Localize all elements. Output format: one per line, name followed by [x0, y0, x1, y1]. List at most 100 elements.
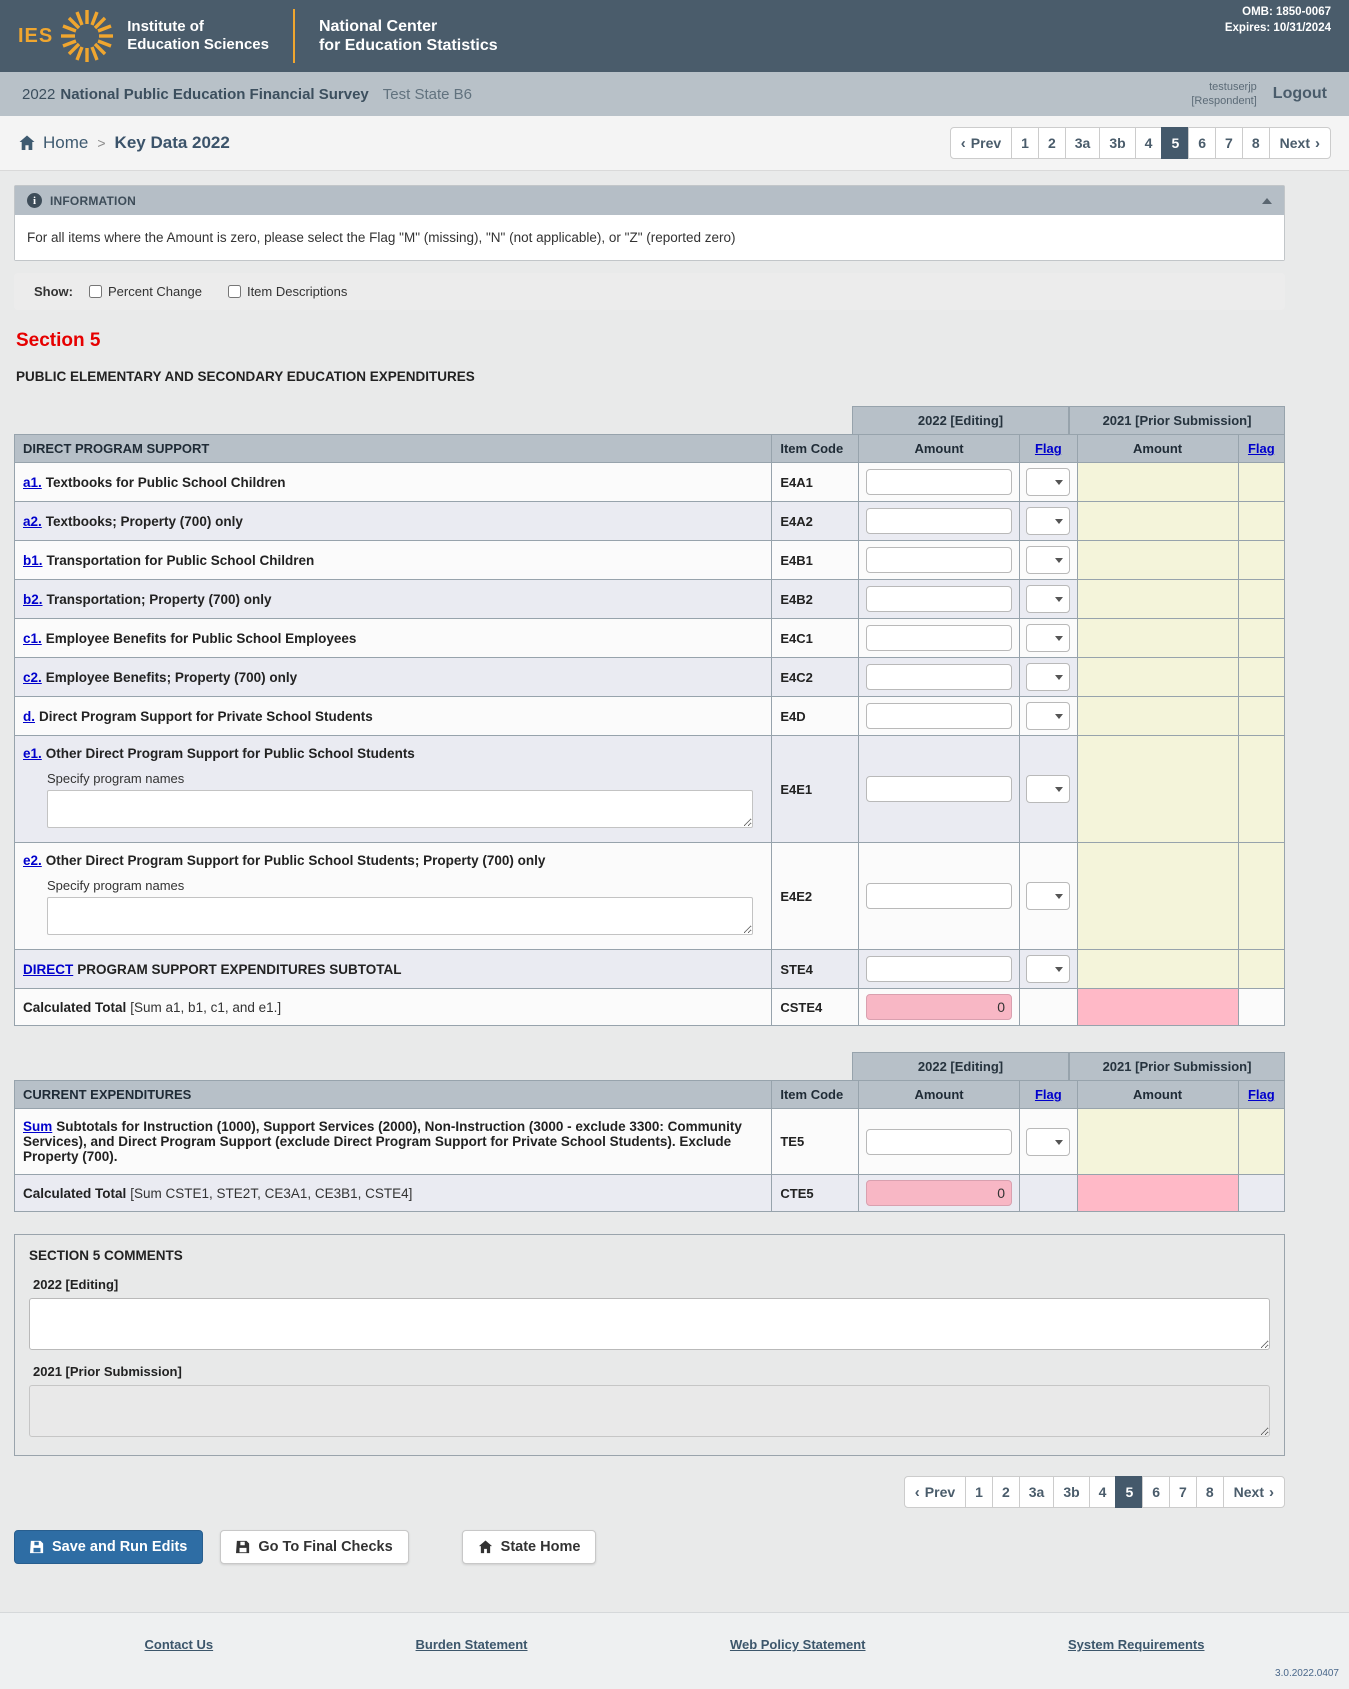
- page-button-6[interactable]: 6: [1142, 1476, 1170, 1508]
- flag-select-2022-e4e2[interactable]: [1026, 882, 1070, 910]
- table-row-e4a2: a2.Textbooks; Property (700) only E4A2: [15, 502, 1285, 541]
- item-link-a1[interactable]: a1.: [23, 475, 42, 490]
- home-icon: [18, 135, 36, 151]
- table-row-e4c1: c1.Employee Benefits for Public School E…: [15, 619, 1285, 658]
- page-title: Key Data 2022: [115, 133, 230, 153]
- collapse-icon[interactable]: [1262, 198, 1272, 204]
- item-descriptions-checkbox[interactable]: [228, 285, 241, 298]
- subtotal-link[interactable]: DIRECT: [23, 962, 73, 977]
- amount-input-2022-te5[interactable]: [866, 1129, 1012, 1155]
- action-buttons: Save and Run Edits Go To Final Checks St…: [14, 1530, 1285, 1564]
- survey-year: 2022: [22, 86, 55, 103]
- item-link-b1[interactable]: b1.: [23, 553, 43, 568]
- flag-2021-header-link[interactable]: Flag: [1248, 441, 1275, 456]
- save-and-run-edits-button[interactable]: Save and Run Edits: [14, 1530, 203, 1564]
- amount-input-2022-e4b1[interactable]: [866, 547, 1012, 573]
- item-link-a2[interactable]: a2.: [23, 514, 42, 529]
- system-requirements-link[interactable]: System Requirements: [1068, 1637, 1205, 1652]
- web-policy-statement-link[interactable]: Web Policy Statement: [730, 1637, 866, 1652]
- next-button[interactable]: Next›: [1223, 1476, 1285, 1508]
- app-header: IES Institute of Education Sciences Nati…: [0, 0, 1349, 72]
- flag-select-2022-e4c1[interactable]: [1026, 624, 1070, 652]
- calculated-total-row-cste4: Calculated Total[Sum a1, b1, c1, and e1.…: [15, 989, 1285, 1026]
- prev-button[interactable]: ‹Prev: [950, 127, 1012, 159]
- page-button-7[interactable]: 7: [1169, 1476, 1197, 1508]
- item-link-c2[interactable]: c2.: [23, 670, 42, 685]
- prev-button[interactable]: ‹Prev: [904, 1476, 966, 1508]
- breadcrumb-bar: Home > Key Data 2022 ‹Prev 1 2 3a 3b 4 5…: [0, 116, 1349, 171]
- flag-select-2022-e4d[interactable]: [1026, 702, 1070, 730]
- page-button-3a[interactable]: 3a: [1019, 1476, 1055, 1508]
- prior-flag-cell: [1238, 619, 1284, 658]
- sum-link[interactable]: Sum: [23, 1119, 52, 1134]
- page-button-8[interactable]: 8: [1242, 127, 1270, 159]
- comments-2022-textarea[interactable]: [29, 1298, 1270, 1350]
- specify-program-names-textarea-e4e1[interactable]: [47, 790, 753, 828]
- page-button-2[interactable]: 2: [992, 1476, 1020, 1508]
- flag-select-2022-ste4[interactable]: [1026, 955, 1070, 983]
- section-title: Section 5: [16, 330, 1285, 352]
- flag-2021-header-link[interactable]: Flag: [1248, 1087, 1275, 1102]
- flag-select-2022-e4b2[interactable]: [1026, 585, 1070, 613]
- go-to-final-checks-button[interactable]: Go To Final Checks: [220, 1530, 408, 1564]
- page-button-5-active[interactable]: 5: [1161, 127, 1189, 159]
- logout-button[interactable]: Logout: [1273, 85, 1327, 103]
- item-link-d[interactable]: d.: [23, 709, 35, 724]
- page-button-3b[interactable]: 3b: [1053, 1476, 1089, 1508]
- next-button[interactable]: Next›: [1269, 127, 1331, 159]
- amount-input-2022-e4c1[interactable]: [866, 625, 1012, 651]
- amount-input-2022-e4e1[interactable]: [866, 776, 1012, 802]
- amount-input-2022-e4a1[interactable]: [866, 469, 1012, 495]
- flag-select-2022-te5[interactable]: [1026, 1128, 1070, 1156]
- page-footer: Contact Us Burden Statement Web Policy S…: [0, 1612, 1349, 1689]
- chevron-left-icon: ‹: [961, 136, 966, 151]
- group-header-2021: 2021 [Prior Submission]: [1069, 406, 1285, 434]
- item-descriptions-label: Item Descriptions: [247, 284, 347, 299]
- show-options-bar: Show: Percent Change Item Descriptions: [14, 273, 1285, 310]
- page-button-1[interactable]: 1: [1011, 127, 1039, 159]
- specify-program-names-textarea-e4e2[interactable]: [47, 897, 753, 935]
- prior-flag-cell: [1238, 463, 1284, 502]
- institute-name: Institute of Education Sciences: [127, 18, 269, 54]
- flag-select-2022-e4a2[interactable]: [1026, 507, 1070, 535]
- amount-input-2022-ste4[interactable]: [866, 956, 1012, 982]
- item-link-e1[interactable]: e1.: [23, 746, 42, 761]
- amount-input-2022-e4d[interactable]: [866, 703, 1012, 729]
- item-link-e2[interactable]: e2.: [23, 853, 42, 868]
- page-button-2[interactable]: 2: [1038, 127, 1066, 159]
- flag-2022-header-link[interactable]: Flag: [1035, 441, 1062, 456]
- amount-input-2022-e4a2[interactable]: [866, 508, 1012, 534]
- breadcrumb-home-link[interactable]: Home: [18, 133, 88, 153]
- calculated-total-2022-cte5[interactable]: [866, 1180, 1012, 1206]
- flag-2022-header-link[interactable]: Flag: [1035, 1087, 1062, 1102]
- item-link-b2[interactable]: b2.: [23, 592, 43, 607]
- calculated-total-row-cte5: Calculated Total[Sum CSTE1, STE2T, CE3A1…: [15, 1175, 1285, 1212]
- page-button-1[interactable]: 1: [965, 1476, 993, 1508]
- page-button-8[interactable]: 8: [1196, 1476, 1224, 1508]
- flag-select-2022-e4e1[interactable]: [1026, 775, 1070, 803]
- table2-year-group-header: 2022 [Editing] 2021 [Prior Submission]: [14, 1052, 1285, 1080]
- amount-input-2022-e4e2[interactable]: [866, 883, 1012, 909]
- current-expenditures-table: CURRENT EXPENDITURES Item Code Amount Fl…: [14, 1080, 1285, 1212]
- page-button-4[interactable]: 4: [1089, 1476, 1117, 1508]
- flag-select-2022-e4c2[interactable]: [1026, 663, 1070, 691]
- contact-us-link[interactable]: Contact Us: [145, 1637, 214, 1652]
- state-home-button[interactable]: State Home: [462, 1530, 597, 1564]
- page-button-7[interactable]: 7: [1215, 127, 1243, 159]
- burden-statement-link[interactable]: Burden Statement: [416, 1637, 528, 1652]
- item-link-c1[interactable]: c1.: [23, 631, 42, 646]
- page-button-3b[interactable]: 3b: [1099, 127, 1135, 159]
- page-button-3a[interactable]: 3a: [1065, 127, 1101, 159]
- amount-input-2022-e4c2[interactable]: [866, 664, 1012, 690]
- page-button-5-active[interactable]: 5: [1115, 1476, 1143, 1508]
- calculated-total-2022-cste4[interactable]: [866, 994, 1012, 1020]
- section-subtitle: PUBLIC ELEMENTARY AND SECONDARY EDUCATIO…: [16, 369, 1285, 384]
- amount-2022-header: Amount: [858, 1081, 1019, 1109]
- amount-input-2022-e4b2[interactable]: [866, 586, 1012, 612]
- flag-select-2022-e4b1[interactable]: [1026, 546, 1070, 574]
- page-button-6[interactable]: 6: [1188, 127, 1216, 159]
- prior-flag-cell: [1238, 580, 1284, 619]
- percent-change-checkbox[interactable]: [89, 285, 102, 298]
- flag-select-2022-e4a1[interactable]: [1026, 468, 1070, 496]
- page-button-4[interactable]: 4: [1135, 127, 1163, 159]
